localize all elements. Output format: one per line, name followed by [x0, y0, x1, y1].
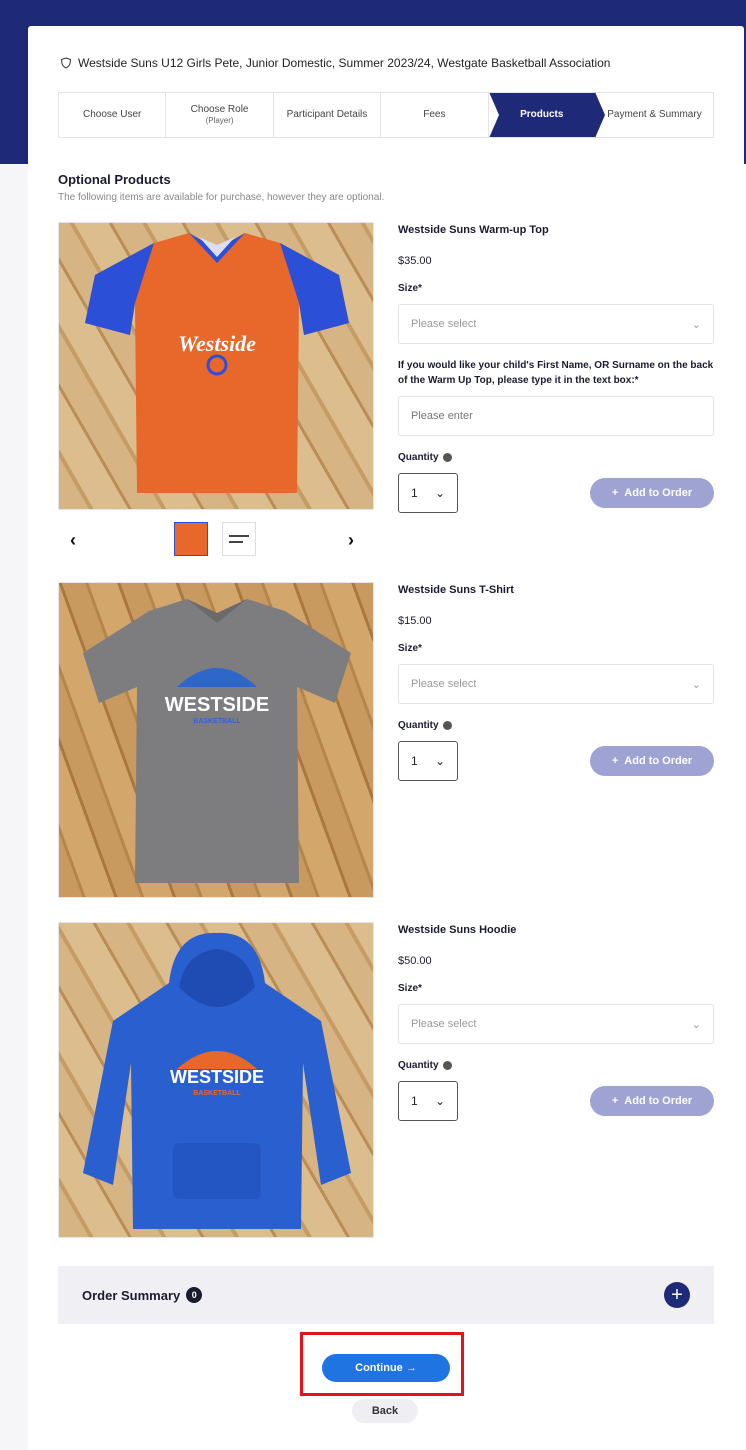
step-choose-role[interactable]: Choose Role (Player) — [166, 93, 274, 137]
section-description: The following items are available for pu… — [58, 192, 385, 203]
product-price: $15.00 — [398, 615, 432, 627]
name-print-label: If you would like your child's First Nam… — [398, 360, 714, 386]
chevron-down-icon: ⌄ — [434, 754, 445, 768]
quantity-select[interactable]: 1 ⌄ — [398, 1081, 458, 1121]
size-label: Size* — [398, 983, 422, 994]
product-hoodie: Westside Suns Hoodie $50.00 Size* Please… — [398, 924, 714, 1121]
gallery-prev-button[interactable]: ‹ — [70, 530, 76, 551]
order-count-badge: 0 — [186, 1287, 203, 1303]
product-image-warmup-top: Westside — [58, 222, 374, 510]
chevron-down-icon: ⌄ — [434, 1094, 445, 1108]
chevron-down-icon: ⌄ — [691, 1018, 701, 1031]
quantity-label: Quantity — [398, 718, 714, 733]
step-label: Payment & Summary — [607, 109, 702, 120]
step-participant-details[interactable]: Participant Details — [273, 93, 382, 137]
image-gallery: ‹ › — [58, 522, 374, 562]
add-to-order-button[interactable]: + Add to Order — [590, 1086, 714, 1116]
quantity-label: Quantity — [398, 450, 714, 465]
quantity-value: 1 — [411, 754, 418, 768]
step-sublabel: (Player) — [205, 116, 234, 126]
product-price: $50.00 — [398, 955, 432, 967]
quantity-label: Quantity — [398, 1058, 714, 1073]
add-to-order-label: Add to Order — [624, 755, 693, 767]
product-name: Westside Suns Warm-up Top — [398, 224, 549, 236]
event-title-text: Westside Suns U12 Girls Pete, Junior Dom… — [78, 56, 611, 70]
step-payment-summary[interactable]: Payment & Summary — [595, 93, 713, 137]
step-products[interactable]: Products — [488, 93, 596, 137]
shield-icon — [60, 57, 72, 69]
back-button[interactable]: Back — [352, 1399, 418, 1423]
order-summary-panel[interactable]: Order Summary 0 + — [58, 1266, 714, 1324]
step-label: Fees — [423, 109, 446, 120]
chevron-down-icon: ⌄ — [691, 678, 701, 691]
product-image-tshirt: WESTSIDE BASKETBALL — [58, 582, 374, 898]
name-print-input[interactable] — [398, 396, 714, 436]
hoodie-print: WESTSIDE — [170, 1067, 264, 1087]
size-label: Size* — [398, 283, 422, 294]
info-icon — [442, 720, 452, 730]
add-to-order-label: Add to Order — [624, 1095, 693, 1107]
product-tshirt: Westside Suns T-Shirt $15.00 Size* Pleas… — [398, 584, 714, 781]
registration-card: Westside Suns U12 Girls Pete, Junior Dom… — [28, 26, 744, 1450]
size-placeholder: Please select — [411, 1018, 477, 1030]
step-label: Products — [520, 109, 564, 120]
quantity-value: 1 — [411, 486, 418, 500]
product-price: $35.00 — [398, 255, 432, 267]
gallery-next-button[interactable]: › — [348, 530, 354, 551]
product-image-hoodie: WESTSIDE BASKETBALL — [58, 922, 374, 1238]
size-label: Size* — [398, 643, 422, 654]
quantity-select[interactable]: 1 ⌄ — [398, 741, 458, 781]
plus-icon: + — [611, 755, 619, 767]
page-gutter — [0, 164, 28, 1450]
event-title: Westside Suns U12 Girls Pete, Junior Dom… — [60, 56, 610, 70]
chevron-down-icon: ⌄ — [691, 318, 701, 331]
tshirt-print-sub: BASKETBALL — [193, 718, 241, 725]
product-name: Westside Suns Hoodie — [398, 924, 517, 936]
size-select[interactable]: Please select ⌄ — [398, 304, 714, 344]
product-name: Westside Suns T-Shirt — [398, 584, 514, 596]
expand-icon[interactable]: + — [664, 1282, 690, 1308]
add-to-order-button[interactable]: + Add to Order — [590, 746, 714, 776]
gallery-thumb-1[interactable] — [174, 522, 208, 556]
step-label: Choose User — [83, 109, 142, 120]
product-warmup-top: Westside Suns Warm-up Top $35.00 Size* P… — [398, 224, 714, 513]
info-icon — [442, 1060, 452, 1070]
step-label: Choose Role — [190, 104, 249, 116]
gallery-thumb-2[interactable] — [222, 522, 256, 556]
size-select[interactable]: Please select ⌄ — [398, 664, 714, 704]
continue-button[interactable]: Continue → — [322, 1354, 450, 1382]
info-icon — [442, 452, 452, 462]
step-choose-user[interactable]: Choose User — [59, 93, 167, 137]
quantity-select[interactable]: 1 ⌄ — [398, 473, 458, 513]
add-to-order-button[interactable]: + Add to Order — [590, 478, 714, 508]
section-title: Optional Products — [58, 172, 171, 187]
step-label: Participant Details — [286, 109, 368, 120]
plus-icon: + — [611, 1095, 619, 1107]
tshirt-print: WESTSIDE — [165, 694, 269, 716]
chevron-down-icon: ⌄ — [434, 486, 445, 500]
registration-steps: Choose User Choose Role (Player) Partici… — [58, 92, 714, 138]
size-placeholder: Please select — [411, 318, 477, 330]
hoodie-print-sub: BASKETBALL — [193, 1090, 241, 1097]
plus-icon: + — [611, 487, 619, 499]
add-to-order-label: Add to Order — [624, 487, 693, 499]
quantity-value: 1 — [411, 1094, 418, 1108]
size-placeholder: Please select — [411, 678, 477, 690]
warmup-print: Westside — [178, 331, 256, 356]
order-summary-title: Order Summary 0 — [82, 1287, 203, 1303]
size-select[interactable]: Please select ⌄ — [398, 1004, 714, 1044]
step-fees[interactable]: Fees — [381, 93, 489, 137]
